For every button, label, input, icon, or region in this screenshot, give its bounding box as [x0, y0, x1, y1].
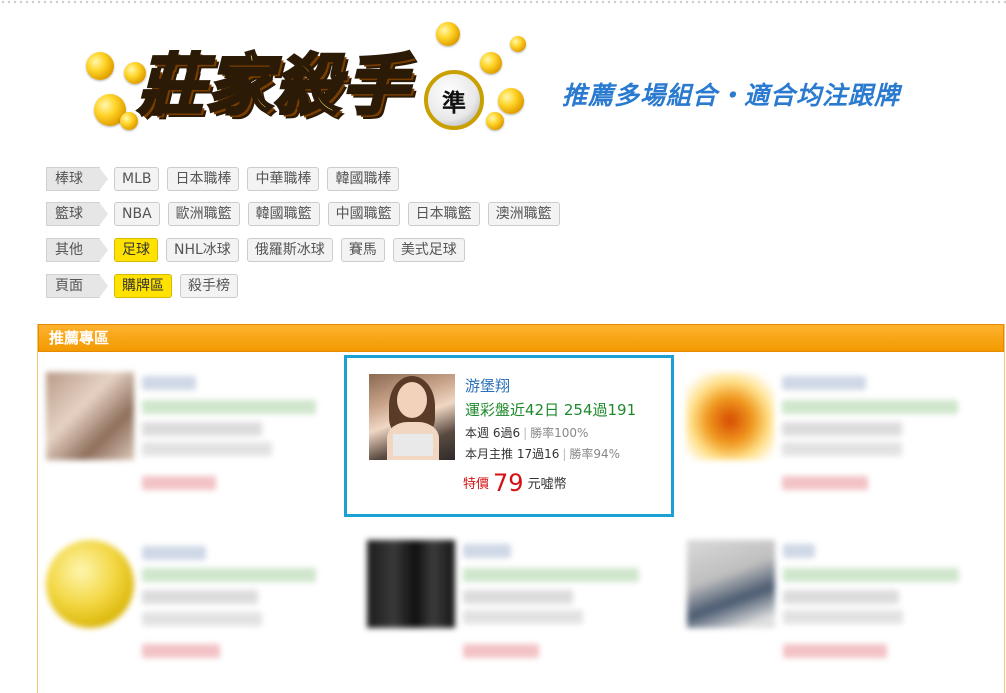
banner-slogan: 推薦多場組合・適合均注跟牌 [562, 81, 901, 110]
logo-title: 莊家殺手 [137, 45, 410, 126]
blurred-price [783, 644, 887, 658]
avatar-top-shape [393, 434, 433, 456]
blurred-text [783, 544, 815, 558]
category-label-baseball: 棒球 [46, 167, 108, 191]
coin-icon [120, 112, 138, 130]
category-label-other: 其他 [46, 238, 108, 262]
featured-avatar[interactable] [369, 374, 455, 460]
month-stats: 本月主推 17過16 | 勝率94% [465, 445, 620, 462]
category-row-other: 其他 足球 NHL冰球 俄羅斯冰球 賽馬 美式足球 [46, 238, 465, 262]
price-unit: 元噓幣 [527, 477, 567, 492]
chip-euro-basketball[interactable]: 歐洲職籃 [167, 202, 240, 226]
blurred-text [782, 376, 866, 390]
blurred-text [463, 610, 583, 624]
page: 莊家殺手 準 推薦多場組合・適合均注跟牌 棒球 MLB 日本職棒 中華職棒 韓國… [0, 0, 1006, 693]
chip-soccer[interactable]: 足球 [114, 238, 158, 262]
top-dotted-border [0, 0, 1006, 4]
avatar [687, 540, 775, 628]
avatar [46, 372, 134, 460]
panel-title: 推薦專區 [38, 324, 1004, 352]
featured-card[interactable]: 游堡翔 運彩盤近42日 254過191 本週 6過6 | 勝率100% 本月主推 1… [344, 355, 674, 517]
blurred-text [142, 612, 262, 626]
recommend-card-blurred[interactable] [367, 540, 667, 690]
coin-icon [486, 112, 504, 130]
category-label-page: 頁面 [46, 274, 108, 298]
chip-nba[interactable]: NBA [114, 202, 160, 226]
week-rate: 勝率100% [530, 426, 589, 440]
chip-korea-basketball[interactable]: 韓國職籃 [247, 202, 320, 226]
separator: | [523, 426, 528, 440]
month-record: 本月主推 17過16 [465, 447, 560, 461]
avatar [686, 372, 774, 460]
avatar [46, 540, 134, 628]
recommend-card-blurred[interactable] [686, 372, 986, 522]
blurred-price [142, 644, 220, 658]
price-line[interactable]: 特價 79 元噓幣 [463, 469, 567, 497]
chip-american-football[interactable]: 美式足球 [392, 238, 465, 262]
blurred-text [782, 442, 902, 456]
coin-icon [480, 52, 502, 74]
blurred-text [463, 568, 639, 582]
blurred-text [142, 546, 206, 560]
blurred-text [142, 376, 196, 390]
coin-icon [510, 36, 526, 52]
week-record: 本週 6過6 [465, 426, 521, 440]
week-stats: 本週 6過6 | 勝率100% [465, 424, 588, 441]
blurred-text [782, 422, 902, 436]
coin-icon [436, 22, 460, 46]
blurred-price [463, 644, 539, 658]
category-row-basketball: 籃球 NBA 歐洲職籃 韓國職籃 中國職籃 日本職籃 澳洲職籃 [46, 202, 560, 226]
category-row-page: 頁面 購牌區 殺手榜 [46, 274, 238, 298]
chip-purchase-area[interactable]: 購牌區 [114, 274, 172, 298]
chip-kbo[interactable]: 韓國職棒 [327, 167, 400, 191]
expert-record: 運彩盤近42日 254過191 [465, 401, 637, 419]
avatar-face-shape [397, 382, 427, 418]
blurred-text [142, 590, 258, 604]
coin-icon [86, 52, 114, 80]
blurred-text [142, 400, 316, 414]
blurred-text [783, 568, 959, 582]
logo-badge: 準 [424, 70, 484, 130]
chip-killer-ranking[interactable]: 殺手榜 [180, 274, 238, 298]
chip-cpbl[interactable]: 中華職棒 [247, 167, 320, 191]
blurred-text [783, 610, 903, 624]
chip-nhl[interactable]: NHL冰球 [166, 238, 239, 262]
blurred-text [783, 590, 899, 604]
recommend-card-blurred[interactable] [46, 372, 346, 522]
recommend-card-blurred[interactable] [687, 540, 987, 690]
price-value: 79 [493, 469, 524, 497]
blurred-price [142, 476, 216, 490]
separator: | [562, 447, 567, 461]
blurred-text [463, 590, 573, 604]
category-label-basketball: 籃球 [46, 202, 108, 226]
blurred-text [142, 442, 272, 456]
recommend-card-blurred[interactable] [46, 540, 346, 690]
avatar [367, 540, 455, 628]
blurred-text [463, 544, 511, 558]
banner-logo[interactable]: 莊家殺手 準 [80, 18, 540, 138]
blurred-text [142, 422, 262, 436]
chip-japan-basketball[interactable]: 日本職籃 [407, 202, 480, 226]
blurred-text [782, 400, 958, 414]
month-rate: 勝率94% [569, 447, 621, 461]
chip-china-basketball[interactable]: 中國職籃 [327, 202, 400, 226]
chip-npb[interactable]: 日本職棒 [167, 167, 240, 191]
blurred-text [142, 568, 316, 582]
expert-name[interactable]: 游堡翔 [465, 375, 510, 396]
chip-australia-basketball[interactable]: 澳洲職籃 [487, 202, 560, 226]
chip-horse-racing[interactable]: 賽馬 [340, 238, 385, 262]
category-row-baseball: 棒球 MLB 日本職棒 中華職棒 韓國職棒 [46, 167, 400, 191]
blurred-price [782, 476, 868, 490]
coin-icon [498, 88, 524, 114]
chip-khl[interactable]: 俄羅斯冰球 [246, 238, 333, 262]
price-label: 特價 [463, 477, 490, 492]
chip-mlb[interactable]: MLB [114, 167, 160, 191]
